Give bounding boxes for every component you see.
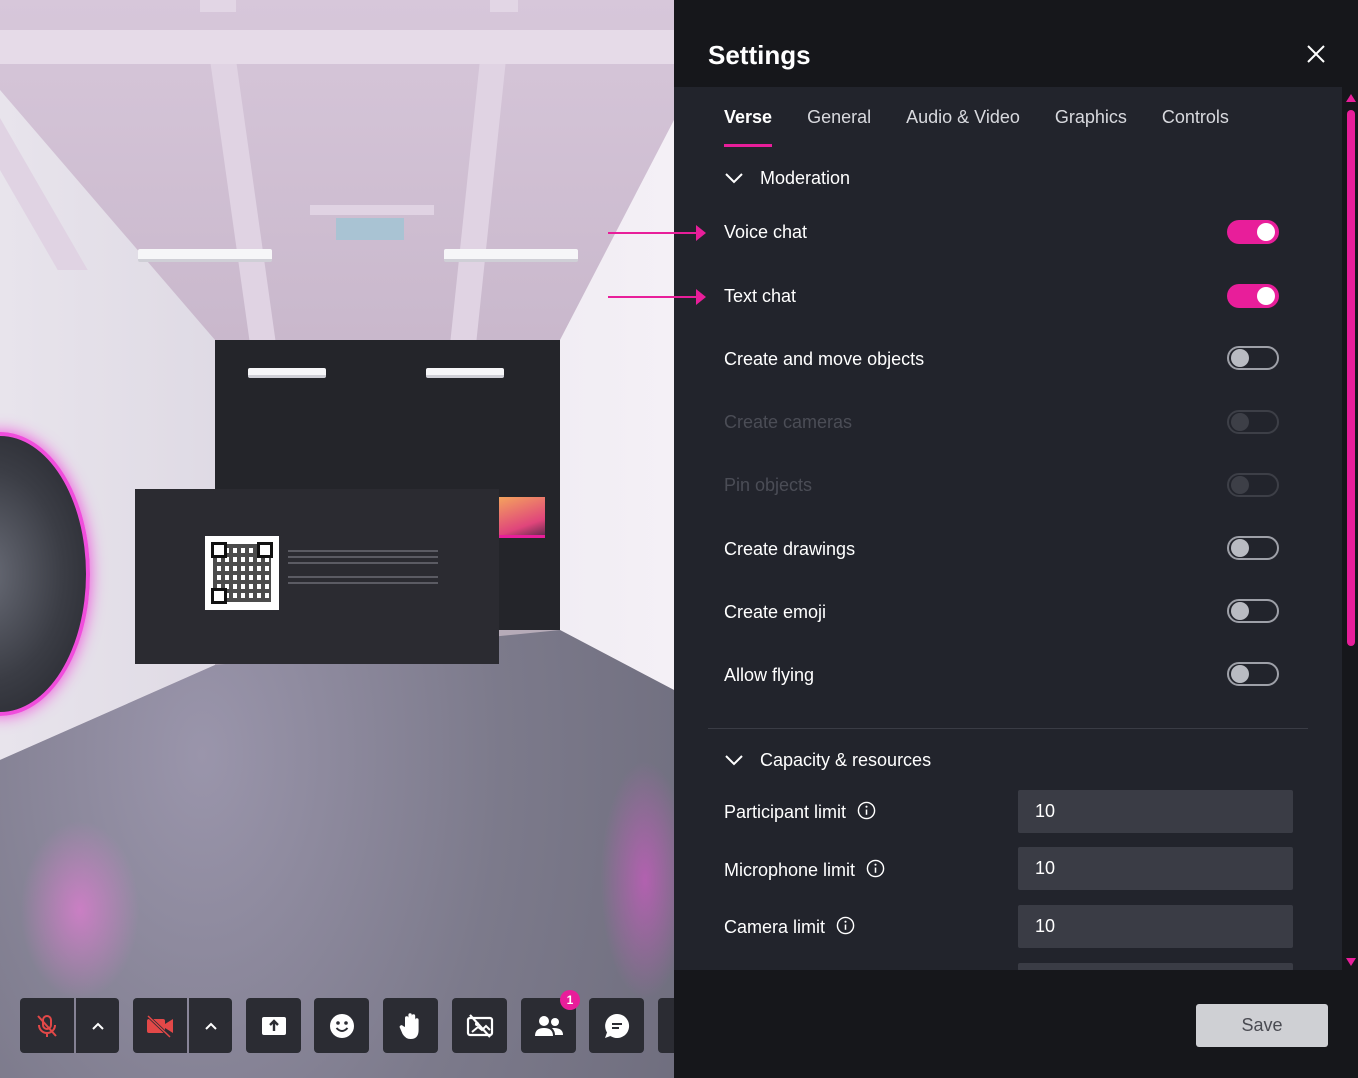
capacity-heading: Capacity & resources [760,749,932,770]
ceiling-beam [490,0,518,12]
camera-toggle-button[interactable] [133,998,187,1053]
section-divider [708,728,1308,729]
scroll-thumb[interactable] [1347,110,1355,646]
microphone-limit-label: Microphone limit [724,860,856,880]
mic-options-button[interactable] [76,998,119,1053]
participants-count-badge: 1 [560,990,580,1010]
close-button[interactable] [1304,42,1328,66]
settings-body[interactable]: Verse General Audio & Video Graphics Con… [674,87,1342,970]
ceiling-light [444,249,578,262]
chevron-up-icon [204,1022,217,1030]
tab-audio-video[interactable]: Audio & Video [906,107,1020,147]
hide-overlay-icon [466,1013,493,1038]
share-screen-button[interactable] [246,998,301,1053]
camera-off-icon [146,1014,173,1038]
emoji-button[interactable] [314,998,369,1053]
chevron-down-icon [725,173,743,184]
chat-button[interactable] [589,998,644,1053]
ceiling-light [426,368,504,378]
ceiling-light [138,249,272,262]
skylight [336,218,404,240]
create-emoji-label: Create emoji [724,602,827,622]
more-toolbar-button[interactable] [658,998,674,1053]
allow-flying-toggle[interactable] [1227,662,1279,686]
moderation-section-header[interactable]: Moderation [724,165,850,191]
text-chat-label: Text chat [724,286,797,306]
emoji-icon [329,1013,354,1038]
participant-limit-row: Participant limit [724,801,876,823]
scroll-up-arrow-icon[interactable] [1346,94,1356,102]
annotation-arrow [608,289,706,305]
ceiling-beam [310,205,434,215]
settings-scrollbar[interactable] [1344,94,1358,966]
floor-glow [20,820,140,1000]
camera-limit-input[interactable] [1018,905,1293,948]
chevron-up-icon [91,1022,104,1030]
3d-scene-viewport[interactable]: 1 [0,0,674,1078]
create-cameras-toggle [1227,410,1279,434]
display-wall [135,489,499,664]
settings-panel: Settings Verse General Audio & Video Gra… [674,0,1358,1078]
voice-chat-label: Voice chat [724,222,808,242]
close-icon [1307,45,1325,63]
create-emoji-toggle[interactable] [1227,599,1279,623]
hide-overlay-button[interactable] [452,998,507,1053]
scroll-down-arrow-icon[interactable] [1346,958,1356,966]
participants-button[interactable]: 1 [521,990,580,1053]
ceiling-beam [200,0,236,12]
allow-flying-label: Allow flying [724,665,815,685]
capacity-section-header[interactable]: Capacity & resources [724,747,931,773]
save-button[interactable]: Save [1196,1004,1328,1047]
ceiling-light [248,368,326,378]
tab-verse[interactable]: Verse [724,107,773,147]
annotation-arrow [608,225,706,241]
microphone-limit-input[interactable] [1018,847,1293,890]
info-icon[interactable] [836,916,855,935]
moderation-heading: Moderation [760,167,851,188]
info-icon[interactable] [857,801,876,820]
pin-objects-toggle [1227,473,1279,497]
participants-icon [534,1015,563,1036]
mic-muted-icon [37,1014,57,1037]
info-icon[interactable] [866,859,885,878]
text-chat-toggle[interactable] [1227,284,1279,308]
create-move-objects-toggle[interactable] [1227,346,1279,370]
share-screen-icon [261,1016,286,1035]
pin-objects-label: Pin objects [724,475,813,495]
tab-graphics[interactable]: Graphics [1055,107,1127,147]
ceiling-beam [0,30,674,64]
camera-limit-label: Camera limit [724,917,826,937]
chevron-down-icon [725,755,743,766]
chat-icon [604,1013,629,1038]
camera-limit-row: Camera limit [724,916,855,938]
tab-general[interactable]: General [807,107,871,147]
voice-chat-toggle[interactable] [1227,220,1279,244]
image-frame[interactable] [499,497,545,538]
settings-header: Settings [674,0,1358,87]
create-drawings-label: Create drawings [724,539,856,559]
create-move-objects-label: Create and move objects [724,349,925,369]
create-drawings-toggle[interactable] [1227,536,1279,560]
raise-hand-button[interactable] [383,998,438,1053]
participant-limit-label: Participant limit [724,802,847,822]
next-limit-input[interactable] [1018,963,1293,970]
settings-title: Settings [708,40,811,70]
settings-tabs: Verse General Audio & Video Graphics Con… [724,107,1264,147]
raise-hand-icon [399,1012,419,1039]
microphone-limit-row: Microphone limit [724,859,885,881]
qr-code[interactable] [205,536,279,610]
tab-controls[interactable]: Controls [1162,107,1229,147]
participant-limit-input[interactable] [1018,790,1293,833]
camera-options-button[interactable] [189,998,232,1053]
wall-text-graphic [288,550,438,552]
mic-toggle-button[interactable] [20,998,74,1053]
create-cameras-label: Create cameras [724,412,853,432]
